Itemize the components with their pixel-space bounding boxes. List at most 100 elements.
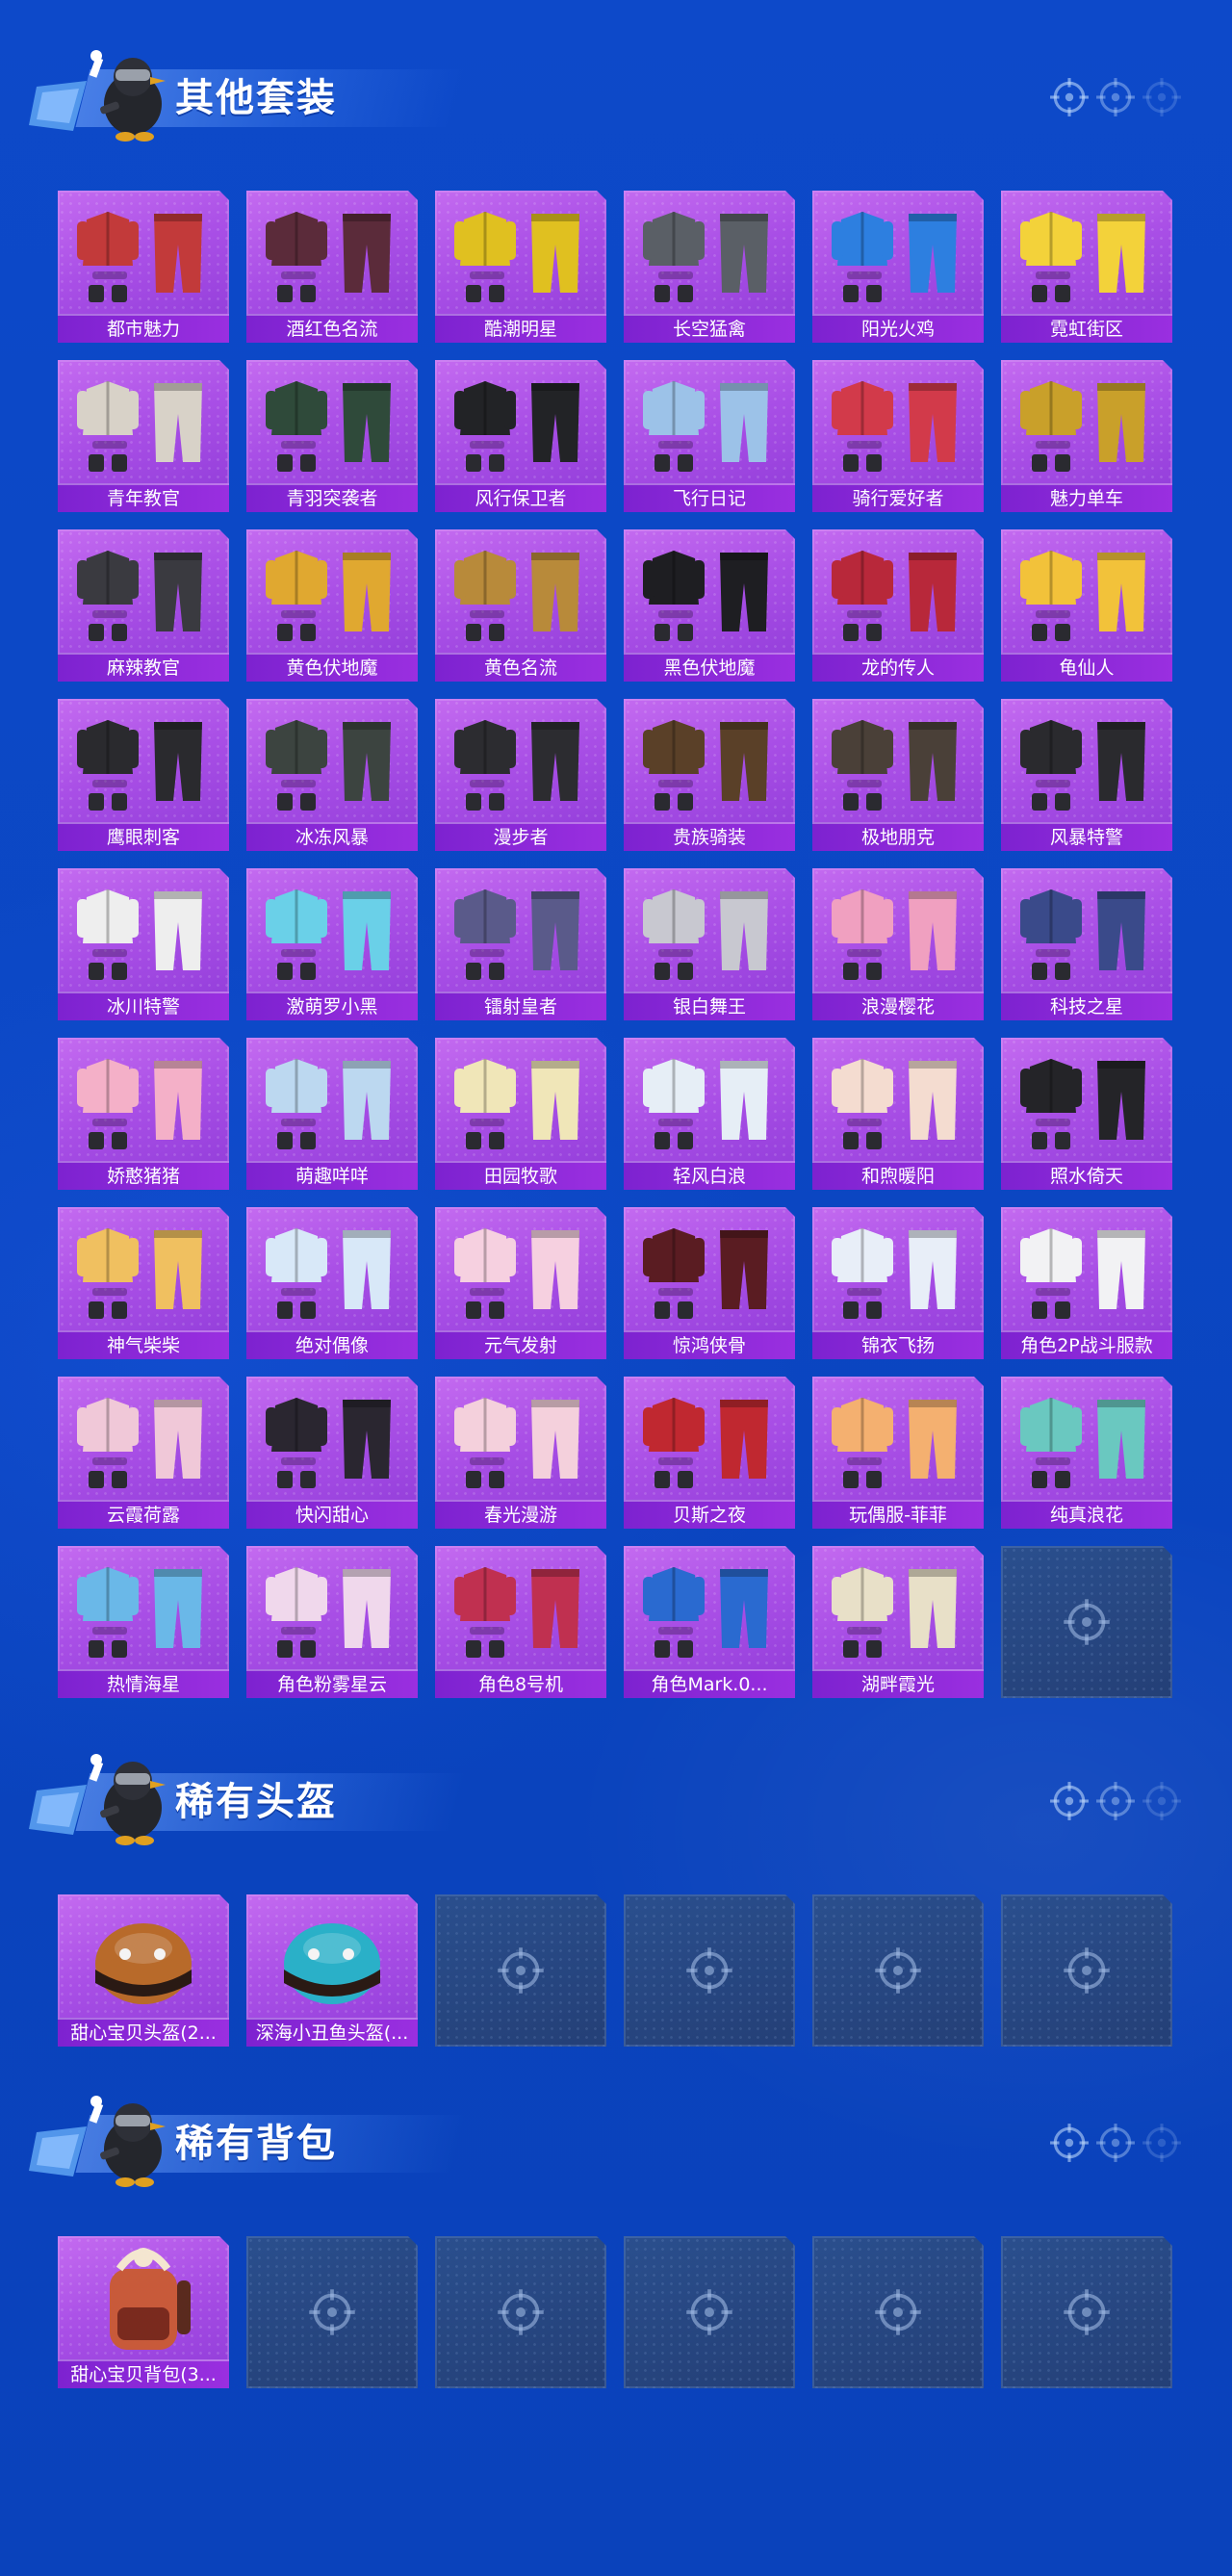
item-card[interactable]: 甜心宝贝背包(3...	[58, 2236, 229, 2388]
item-card[interactable]: 照水倚天	[1001, 1038, 1172, 1190]
outfit-icon	[266, 1398, 391, 1488]
item-label-bar: 阳光火鸡	[812, 314, 984, 343]
item-label-bar: 甜心宝贝头盔(2...	[58, 2018, 229, 2047]
item-card[interactable]: 角色Mark.0...	[624, 1546, 795, 1698]
item-card[interactable]: 黄色名流	[435, 529, 606, 682]
item-label-bar: 黄色名流	[435, 653, 606, 682]
item-card[interactable]: 冰冻风暴	[246, 699, 418, 851]
item-card[interactable]: 都市魅力	[58, 191, 229, 343]
item-card[interactable]: 魅力单车	[1001, 360, 1172, 512]
item-card[interactable]: 银白舞王	[624, 868, 795, 1020]
item-card[interactable]: 镭射皇者	[435, 868, 606, 1020]
section-header: 稀有背包	[29, 2094, 1194, 2190]
item-card[interactable]: 极地朋克	[812, 699, 984, 851]
item-card[interactable]: 阳光火鸡	[812, 191, 984, 343]
outfit-icon	[832, 1059, 957, 1149]
item-label: 黄色伏地魔	[286, 657, 378, 679]
target-icon	[1064, 1599, 1110, 1645]
item-card[interactable]: 科技之星	[1001, 868, 1172, 1020]
item-label: 魅力单车	[1049, 488, 1123, 509]
decorative-targets	[1049, 1781, 1194, 1825]
item-card[interactable]: 角色2P战斗服款	[1001, 1207, 1172, 1359]
item-label: 贵族骑装	[672, 827, 746, 848]
item-card[interactable]: 飞行日记	[624, 360, 795, 512]
outfit-icon	[454, 720, 579, 811]
item-card[interactable]: 激萌罗小黑	[246, 868, 418, 1020]
item-label: 麻辣教官	[106, 657, 180, 679]
item-card[interactable]: 热情海星	[58, 1546, 229, 1698]
item-card[interactable]: 风暴特警	[1001, 699, 1172, 851]
item-card[interactable]: 龙的传人	[812, 529, 984, 682]
item-card[interactable]: 玩偶服-菲菲	[812, 1377, 984, 1529]
item-card[interactable]: 黑色伏地魔	[624, 529, 795, 682]
item-label: 阳光火鸡	[860, 319, 935, 340]
target-icon	[1096, 1782, 1135, 1820]
item-label-bar: 飞行日记	[624, 483, 795, 512]
item-card[interactable]: 麻辣教官	[58, 529, 229, 682]
item-card[interactable]: 纯真浪花	[1001, 1377, 1172, 1529]
empty-slot	[1001, 2236, 1172, 2388]
item-card[interactable]: 快闪甜心	[246, 1377, 418, 1529]
item-card[interactable]: 贝斯之夜	[624, 1377, 795, 1529]
item-card[interactable]: 娇憨猪猪	[58, 1038, 229, 1190]
item-label-bar: 麻辣教官	[58, 653, 229, 682]
target-icon	[1096, 78, 1135, 116]
item-card[interactable]: 深海小丑鱼头盔(...	[246, 1894, 418, 2047]
item-card[interactable]: 田园牧歌	[435, 1038, 606, 1190]
item-card[interactable]: 萌趣咩咩	[246, 1038, 418, 1190]
item-label-bar: 锦衣飞扬	[812, 1330, 984, 1359]
outfit-icon	[832, 212, 957, 302]
item-card[interactable]: 甜心宝贝头盔(2...	[58, 1894, 229, 2047]
item-card[interactable]: 青年教官	[58, 360, 229, 512]
item-card[interactable]: 漫步者	[435, 699, 606, 851]
outfit-icon	[454, 381, 579, 472]
item-card[interactable]: 青羽突袭者	[246, 360, 418, 512]
item-label-bar: 角色2P战斗服款	[1001, 1330, 1172, 1359]
item-label: 角色2P战斗服款	[1020, 1335, 1153, 1356]
item-card[interactable]: 角色粉雾星云	[246, 1546, 418, 1698]
outfit-icon	[1020, 1228, 1145, 1319]
item-card[interactable]: 云霞荷露	[58, 1377, 229, 1529]
item-card[interactable]: 绝对偶像	[246, 1207, 418, 1359]
backpack-icon	[110, 2248, 191, 2350]
item-card[interactable]: 贵族骑装	[624, 699, 795, 851]
outfit-icon	[77, 889, 202, 980]
item-card[interactable]: 和煦暖阳	[812, 1038, 984, 1190]
outfit-icon	[1020, 1398, 1145, 1488]
item-label-bar: 青年教官	[58, 483, 229, 512]
item-label: 冰川特警	[106, 996, 180, 1018]
item-card[interactable]: 冰川特警	[58, 868, 229, 1020]
item-label: 银白舞王	[672, 996, 746, 1018]
item-card[interactable]: 锦衣飞扬	[812, 1207, 984, 1359]
item-label-bar: 和煦暖阳	[812, 1161, 984, 1190]
item-card[interactable]: 元气发射	[435, 1207, 606, 1359]
item-card[interactable]: 浪漫樱花	[812, 868, 984, 1020]
item-label-bar: 激萌罗小黑	[246, 992, 418, 1020]
item-card[interactable]: 酒红色名流	[246, 191, 418, 343]
outfit-icon	[1020, 1059, 1145, 1149]
item-card[interactable]: 酷潮明星	[435, 191, 606, 343]
item-card[interactable]: 湖畔霞光	[812, 1546, 984, 1698]
item-card[interactable]: 惊鸿侠骨	[624, 1207, 795, 1359]
item-card[interactable]: 鹰眼刺客	[58, 699, 229, 851]
item-label-bar: 浪漫樱花	[812, 992, 984, 1020]
item-card[interactable]: 长空猛禽	[624, 191, 795, 343]
item-card[interactable]: 角色8号机	[435, 1546, 606, 1698]
target-icon	[1096, 2124, 1135, 2162]
outfit-icon	[643, 551, 768, 641]
item-label: 甜心宝贝头盔(2...	[70, 2022, 217, 2044]
item-card[interactable]: 神气柴柴	[58, 1207, 229, 1359]
outfit-icon	[266, 1228, 391, 1319]
outfit-icon	[832, 1567, 957, 1658]
item-card[interactable]: 龟仙人	[1001, 529, 1172, 682]
item-label-bar: 绝对偶像	[246, 1330, 418, 1359]
item-card[interactable]: 轻风白浪	[624, 1038, 795, 1190]
item-card[interactable]: 春光漫游	[435, 1377, 606, 1529]
item-card[interactable]: 风行保卫者	[435, 360, 606, 512]
item-card[interactable]: 黄色伏地魔	[246, 529, 418, 682]
target-icon	[498, 1947, 544, 1994]
item-card[interactable]: 霓虹街区	[1001, 191, 1172, 343]
item-card[interactable]: 骑行爱好者	[812, 360, 984, 512]
item-label-bar: 湖畔霞光	[812, 1669, 984, 1698]
item-label-bar: 科技之星	[1001, 992, 1172, 1020]
